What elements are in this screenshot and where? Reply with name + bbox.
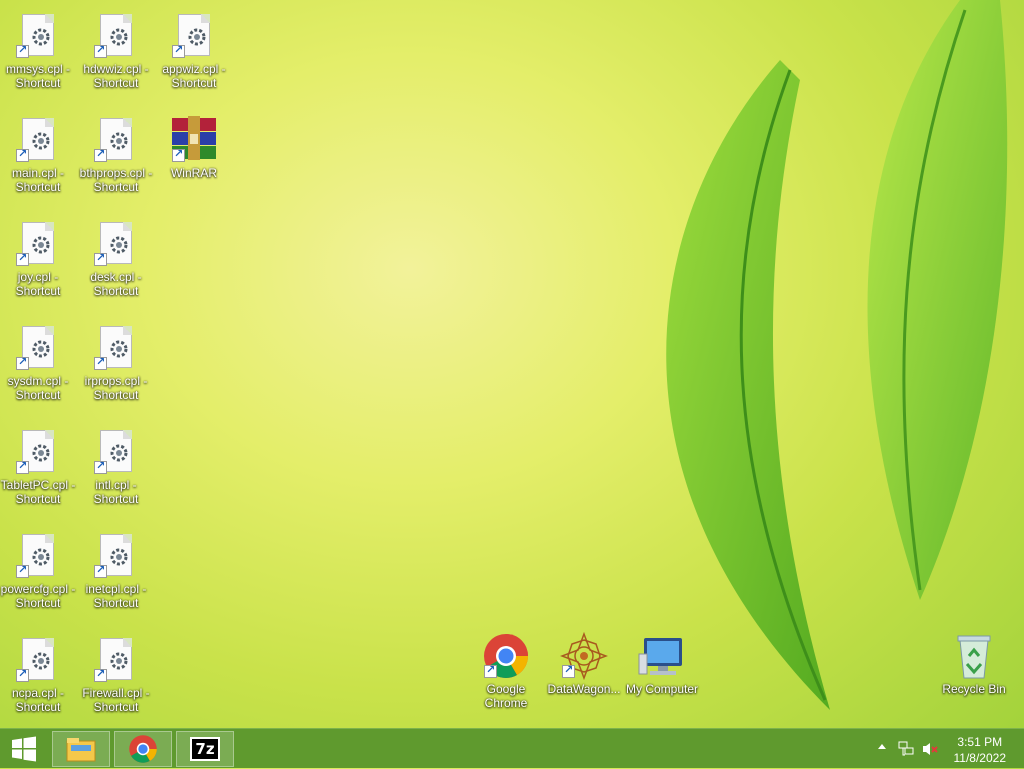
winrar-icon (170, 116, 218, 164)
desktop-icon-inetcpl[interactable]: inetcpl.cpl - Shortcut (78, 532, 154, 610)
desktop-icon-label: bthprops.cpl - Shortcut (79, 166, 153, 194)
desktop-icon-mmsys[interactable]: mmsys.cpl - Shortcut (0, 12, 76, 90)
desktop-icon-datawagon[interactable]: DataWagon... (546, 631, 622, 696)
desktop-icon-joy[interactable]: joy.cpl - Shortcut (0, 220, 76, 298)
desktop-icon-my-computer[interactable]: My Computer (624, 632, 700, 696)
desktop-icon-label: hdwwiz.cpl - Shortcut (83, 62, 149, 90)
control-panel-file-icon (92, 532, 140, 580)
shortcut-arrow-icon (562, 663, 575, 678)
desktop-icon-bthprops[interactable]: bthprops.cpl - Shortcut (78, 116, 154, 194)
control-panel-file-icon (14, 220, 62, 268)
volume-muted-icon[interactable] (922, 741, 938, 757)
desktop-icon-label: sysdm.cpl - Shortcut (7, 374, 69, 402)
shortcut-arrow-icon (94, 355, 107, 370)
folder-icon (66, 738, 96, 762)
recycle-bin-icon (950, 632, 998, 680)
shortcut-arrow-icon (94, 667, 107, 682)
windows-logo-icon (12, 736, 36, 762)
chrome-icon (482, 632, 530, 680)
desktop-icon-hdwwiz[interactable]: hdwwiz.cpl - Shortcut (78, 12, 154, 90)
desktop-icon-label: Recycle Bin (942, 682, 1006, 696)
desktop-icon-sysdm[interactable]: sysdm.cpl - Shortcut (0, 324, 76, 402)
desktop-icon-label: intl.cpl - Shortcut (93, 478, 139, 506)
desktop-icon-ncpa[interactable]: ncpa.cpl - Shortcut (0, 636, 76, 714)
desktop-icon-label: mmsys.cpl - Shortcut (6, 62, 70, 90)
desktop-icon-label: DataWagon... (547, 682, 621, 696)
desktop-icon-appwiz[interactable]: appwiz.cpl - Shortcut (156, 12, 232, 90)
desktop-icon-label: WinRAR (170, 166, 217, 180)
desktop-icon-powercfg[interactable]: powercfg.cpl - Shortcut (0, 532, 76, 610)
desktop-icon-label: inetcpl.cpl - Shortcut (85, 582, 147, 610)
shortcut-arrow-icon (484, 663, 497, 678)
desktop-icon-label: TabletPC.cpl - Shortcut (0, 478, 76, 506)
control-panel-file-icon (170, 12, 218, 60)
start-button[interactable] (0, 731, 48, 767)
desktop-icon-irprops[interactable]: irprops.cpl - Shortcut (78, 324, 154, 402)
shortcut-arrow-icon (172, 43, 185, 58)
desktop-icon-recycle-bin[interactable]: Recycle Bin (936, 632, 1012, 696)
control-panel-file-icon (14, 532, 62, 580)
shortcut-arrow-icon (16, 43, 29, 58)
desktop-icon-label: joy.cpl - Shortcut (15, 270, 61, 298)
desktop-icon-intl[interactable]: intl.cpl - Shortcut (78, 428, 154, 506)
control-panel-file-icon (92, 636, 140, 684)
shortcut-arrow-icon (94, 251, 107, 266)
clock-time: 3:51 PM (957, 735, 1003, 749)
desktop-icon-label: desk.cpl - Shortcut (90, 270, 142, 298)
control-panel-file-icon (14, 116, 62, 164)
desktop-icon-label: ncpa.cpl - Shortcut (11, 686, 65, 714)
desktop-icon-main[interactable]: main.cpl - Shortcut (0, 116, 76, 194)
shortcut-arrow-icon (94, 147, 107, 162)
desktop-icon-label: main.cpl - Shortcut (11, 166, 64, 194)
shortcut-arrow-icon (16, 251, 29, 266)
desktop-icon-google-chrome[interactable]: Google Chrome (468, 632, 544, 710)
desktop-icon-label: appwiz.cpl - Shortcut (162, 62, 226, 90)
shortcut-arrow-icon (16, 563, 29, 578)
control-panel-file-icon (92, 220, 140, 268)
taskbar-app-7zip[interactable]: 7z (176, 731, 234, 767)
shortcut-arrow-icon (16, 459, 29, 474)
desktop-icon-winrar[interactable]: WinRAR (156, 116, 232, 180)
control-panel-file-icon (92, 12, 140, 60)
taskbar-app-file-explorer[interactable] (52, 731, 110, 767)
shortcut-arrow-icon (16, 355, 29, 370)
taskbar-app-google-chrome[interactable] (114, 731, 172, 767)
shortcut-arrow-icon (16, 667, 29, 682)
seven-zip-icon: 7z (190, 737, 220, 761)
control-panel-file-icon (14, 12, 62, 60)
shortcut-arrow-icon (94, 563, 107, 578)
control-panel-file-icon (14, 636, 62, 684)
shortcut-arrow-icon (94, 43, 107, 58)
shortcut-arrow-icon (94, 459, 107, 474)
desktop-icon-label: Google Chrome (484, 682, 528, 710)
desktop-icon-label: irprops.cpl - Shortcut (84, 374, 148, 402)
shortcut-arrow-icon (16, 147, 29, 162)
desktop-icon-label: My Computer (625, 682, 699, 696)
chrome-icon (129, 735, 157, 763)
control-panel-file-icon (92, 324, 140, 372)
desktop-icon-label: Firewall.cpl - Shortcut (82, 686, 150, 714)
desktop-icon-label: powercfg.cpl - Shortcut (0, 582, 76, 610)
control-panel-file-icon (14, 324, 62, 372)
shortcut-arrow-icon (172, 147, 185, 162)
desktop-icon-tabletpc[interactable]: TabletPC.cpl - Shortcut (0, 428, 76, 506)
control-panel-file-icon (92, 428, 140, 476)
control-panel-file-icon (14, 428, 62, 476)
datawagon-icon (559, 631, 609, 681)
desktop: mmsys.cpl - Shortcut main.cpl - Shortcut… (0, 0, 1024, 728)
desktop-icon-firewall[interactable]: Firewall.cpl - Shortcut (78, 636, 154, 714)
control-panel-file-icon (92, 116, 140, 164)
show-hidden-icons-chevron-icon[interactable] (878, 744, 886, 749)
taskbar: 7z 3:51 PM 11/8/2022 (0, 728, 1024, 768)
network-icon[interactable] (898, 741, 914, 757)
computer-icon (638, 632, 686, 680)
taskbar-clock[interactable]: 3:51 PM 11/8/2022 (954, 734, 1007, 766)
desktop-icon-desk[interactable]: desk.cpl - Shortcut (78, 220, 154, 298)
clock-date: 11/8/2022 (953, 751, 1007, 765)
